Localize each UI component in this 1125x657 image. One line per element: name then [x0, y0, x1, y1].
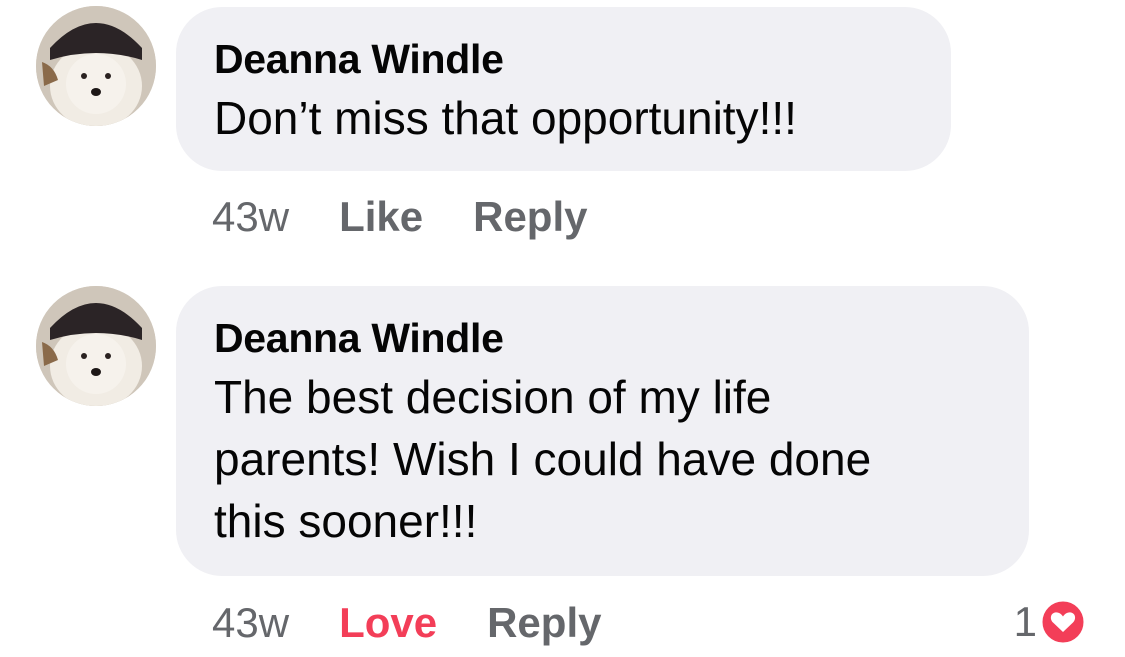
- reply-button[interactable]: Reply: [473, 194, 587, 240]
- comment-text: The best decision of my life parents! Wi…: [214, 371, 872, 547]
- love-button[interactable]: Love: [339, 600, 437, 646]
- comment-actions: 43w Like Reply: [212, 194, 637, 240]
- avatar[interactable]: [36, 286, 156, 406]
- comment-text: Don’t miss that opportunity!!!: [214, 92, 797, 144]
- comment-author[interactable]: Deanna Windle: [214, 316, 991, 360]
- heart-icon: [1039, 598, 1087, 646]
- dog-avatar-icon: [36, 6, 156, 126]
- dog-avatar-icon: [36, 286, 156, 406]
- comment-author[interactable]: Deanna Windle: [214, 37, 913, 81]
- reply-button[interactable]: Reply: [487, 600, 601, 646]
- reaction-summary[interactable]: 1: [1014, 598, 1087, 646]
- like-button[interactable]: Like: [339, 194, 423, 240]
- comment-bubble: Deanna Windle Don’t miss that opportunit…: [176, 7, 951, 171]
- comment-actions: 43w Love Reply: [212, 600, 651, 646]
- avatar[interactable]: [36, 6, 156, 126]
- comment-bubble: Deanna Windle The best decision of my li…: [176, 286, 1029, 576]
- comment-time[interactable]: 43w: [212, 600, 289, 646]
- reaction-count: 1: [1013, 598, 1037, 645]
- comment-time[interactable]: 43w: [212, 194, 289, 240]
